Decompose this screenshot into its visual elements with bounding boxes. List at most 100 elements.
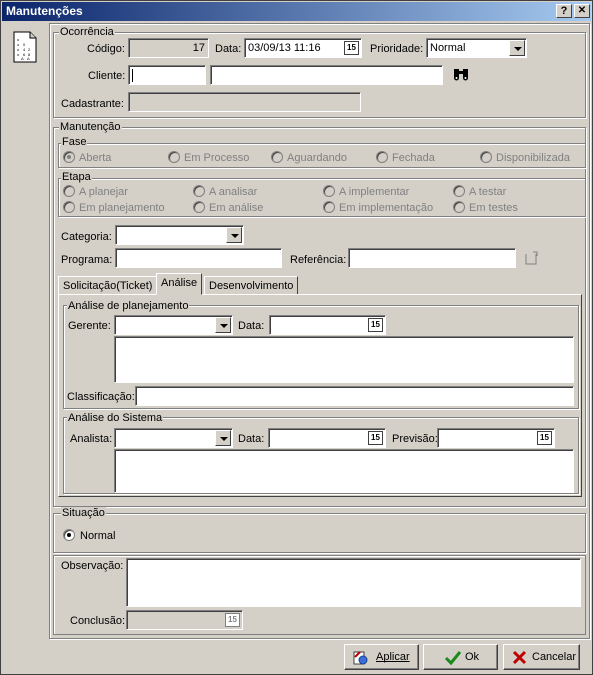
sistema-data-input[interactable]: 15 — [268, 428, 386, 448]
etapa-radio-a-analisar[interactable] — [193, 185, 205, 197]
situacao-label-normal: Normal — [80, 530, 116, 542]
fase-label-fechada: Fechada — [392, 152, 435, 164]
fase-label-disponibilizada: Disponibilizada — [496, 152, 570, 164]
referencia-label: Referência: — [290, 254, 347, 266]
situacao-group — [53, 513, 586, 553]
etapa-label-em-planejamento: Em planejamento — [79, 202, 165, 214]
calendar-icon[interactable]: 15 — [537, 431, 552, 445]
calendar-icon[interactable]: 15 — [368, 318, 383, 332]
chevron-down-icon[interactable] — [509, 40, 525, 56]
fase-label-aguardando: Aguardando — [287, 152, 347, 164]
aplicar-button[interactable]: Aplicar — [344, 644, 419, 670]
etapa-label-em-analise: Em análise — [209, 202, 264, 214]
fase-title: Fase — [61, 136, 88, 148]
ocorrencia-title: Ocorrência — [59, 26, 115, 38]
fase-radio-disponibilizada[interactable] — [480, 151, 492, 163]
etapa-label-a-testar: A testar — [469, 186, 507, 198]
planejamento-data-label: Data: — [238, 320, 265, 332]
situacao-title: Situação — [61, 507, 106, 519]
etapa-label-a-planejar: A planejar — [79, 186, 128, 198]
etapa-radio-a-testar[interactable] — [453, 185, 465, 197]
etapa-radio-a-implementar[interactable] — [323, 185, 335, 197]
chevron-down-icon[interactable] — [226, 227, 242, 243]
gerente-label: Gerente: — [68, 320, 111, 332]
window-title: Manutenções — [6, 4, 83, 18]
etapa-radio-em-testes[interactable] — [453, 201, 465, 213]
sistema-notes[interactable] — [114, 449, 574, 493]
document-icon: oooo 046 28 ΔΔ — [13, 31, 37, 63]
fase-label-aberta: Aberta — [79, 152, 112, 164]
prioridade-value: Normal — [430, 42, 466, 54]
etapa-label-em-implementacao: Em implementação — [339, 202, 434, 214]
red-x-icon — [512, 650, 527, 665]
manutencao-title: Manutenção — [59, 121, 122, 133]
binoculars-icon[interactable] — [452, 67, 470, 81]
fase-radio-em-processo[interactable] — [168, 151, 180, 163]
aplicar-label: Aplicar — [376, 651, 410, 663]
programa-input[interactable] — [115, 248, 282, 268]
prioridade-label: Prioridade: — [370, 43, 424, 55]
fase-radio-fechada[interactable] — [376, 151, 388, 163]
sistema-data-label: Data: — [238, 433, 265, 445]
cliente-code-input[interactable] — [128, 65, 206, 85]
etapa-title: Etapa — [61, 171, 92, 183]
fase-radio-aberta[interactable] — [63, 151, 75, 163]
title-bar[interactable]: Manutenções — [2, 2, 591, 21]
etapa-radio-em-analise[interactable] — [193, 201, 205, 213]
maintenance-window: Manutenções ? ✕ oooo 046 28 ΔΔ Ocorrênci… — [0, 0, 593, 675]
observacao-input[interactable] — [126, 558, 581, 607]
referencia-input[interactable] — [348, 248, 516, 268]
situacao-radio-normal[interactable] — [63, 529, 75, 541]
previsao-input[interactable]: 15 — [437, 428, 555, 448]
codigo-label: Código: — [87, 43, 125, 55]
etapa-radio-em-planejamento[interactable] — [63, 201, 75, 213]
observacao-label: Observação: — [61, 560, 124, 572]
calendar-icon[interactable]: 15 — [368, 431, 383, 445]
cliente-name-input[interactable] — [210, 65, 443, 85]
classificacao-label: Classificação: — [67, 391, 135, 403]
calendar-icon[interactable]: 15 — [344, 41, 359, 55]
close-button[interactable]: ✕ — [574, 4, 590, 18]
etapa-radio-a-planejar[interactable] — [63, 185, 75, 197]
data-value: 03/09/13 11:16 — [248, 42, 321, 54]
sistema-title: Análise do Sistema — [67, 412, 164, 424]
data-label: Data: — [215, 43, 242, 55]
chevron-down-icon[interactable] — [215, 430, 231, 446]
fase-radio-aguardando[interactable] — [271, 151, 283, 163]
apply-icon — [352, 649, 369, 666]
etapa-label-a-implementar: A implementar — [339, 186, 410, 198]
categoria-select[interactable] — [115, 225, 244, 245]
tab-analise[interactable]: Análise — [156, 273, 203, 295]
codigo-field: 17 — [128, 38, 209, 58]
calendar-icon[interactable]: 15 — [225, 613, 240, 627]
conclusao-input[interactable]: 15 — [126, 610, 243, 630]
tab-desenvolvimento[interactable]: Desenvolvimento — [204, 276, 299, 295]
cadastrante-field — [128, 92, 361, 112]
classificacao-input[interactable] — [135, 386, 574, 406]
planejamento-notes[interactable] — [114, 336, 574, 383]
data-field[interactable]: 03/09/13 11:16 15 — [244, 38, 362, 58]
planejamento-data-input[interactable]: 15 — [269, 315, 386, 335]
cancelar-button[interactable]: Cancelar — [503, 644, 580, 670]
etapa-radio-em-implementacao[interactable] — [323, 201, 335, 213]
planejamento-title: Análise de planejamento — [67, 300, 190, 312]
tab-solicitacao[interactable]: Solicitação(Ticket) — [58, 276, 158, 295]
new-document-icon[interactable] — [525, 251, 538, 265]
chevron-down-icon[interactable] — [215, 317, 231, 333]
fase-label-em-processo: Em Processo — [184, 152, 250, 164]
etapa-label-em-testes: Em testes — [469, 202, 518, 214]
programa-label: Programa: — [61, 254, 113, 266]
help-button[interactable]: ? — [556, 4, 572, 18]
cadastrante-label: Cadastrante: — [61, 98, 124, 110]
prioridade-select[interactable]: Normal — [426, 38, 527, 58]
svg-text:Δ: Δ — [21, 56, 24, 61]
checkmark-icon — [444, 649, 462, 666]
conclusao-label: Conclusão: — [70, 615, 126, 627]
ok-label: Ok — [465, 651, 480, 663]
gerente-select[interactable] — [114, 315, 233, 335]
categoria-label: Categoria: — [61, 231, 112, 243]
svg-text:Δ: Δ — [27, 56, 30, 61]
text-caret — [132, 68, 133, 82]
ok-button[interactable]: Ok — [423, 644, 498, 670]
analista-select[interactable] — [114, 428, 233, 448]
